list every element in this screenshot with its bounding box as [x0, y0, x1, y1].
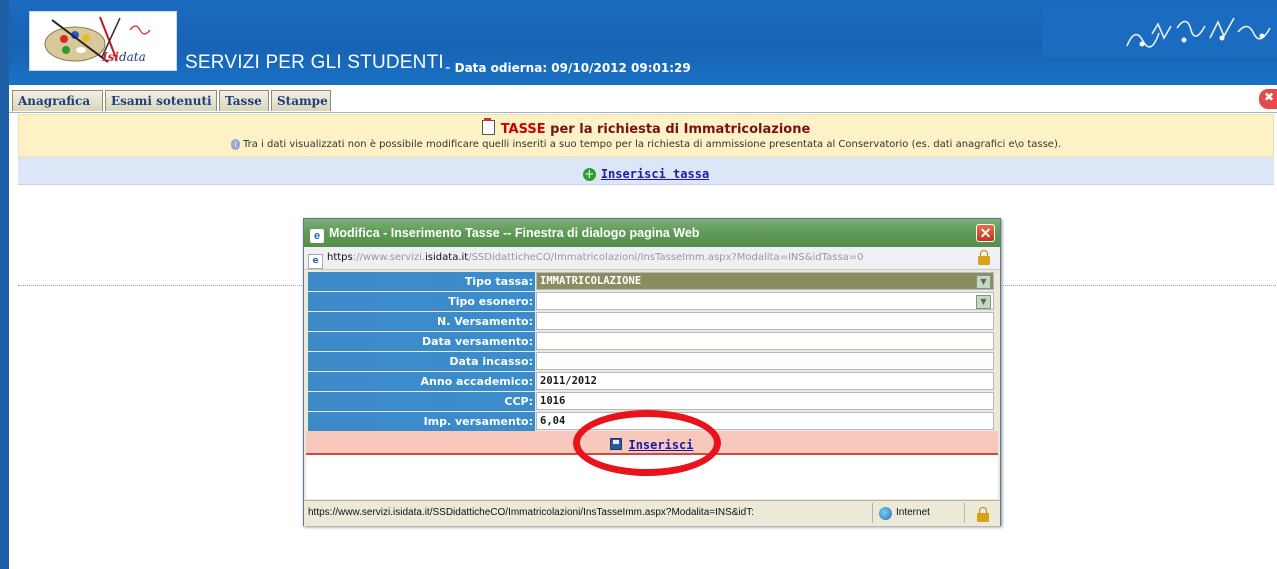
left-border [0, 0, 9, 569]
imp-versamento-input[interactable]: 6,04 [536, 412, 994, 430]
current-date: - Data odierna: 09/10/2012 09:01:29 [445, 58, 691, 76]
add-tax-link[interactable]: Inserisci tassa [601, 167, 709, 181]
edit-tax-dialog: e Modifica - Inserimento Tasse -- Finestr… [303, 218, 1001, 526]
field-tipo-tassa: Tipo tassa: IMMATRICOLAZIONE ▼ [306, 271, 998, 291]
chevron-down-icon[interactable]: ▼ [976, 295, 991, 309]
dialog-body [306, 455, 998, 499]
field-data-incasso: Data incasso: [306, 351, 998, 371]
globe-icon [879, 507, 892, 520]
field-anno-accademico: Anno accademico: 2011/2012 [306, 371, 998, 391]
action-toolbar: + Inserisci tassa [18, 157, 1274, 185]
field-ccp: CCP: 1016 [306, 391, 998, 411]
lock-icon [977, 507, 989, 522]
tab-anagrafica[interactable]: Anagrafica [12, 90, 103, 111]
add-icon: + [582, 167, 596, 181]
page-icon: e [308, 254, 323, 269]
tab-tasse[interactable]: Tasse [219, 90, 269, 111]
dialog-titlebar: e Modifica - Inserimento Tasse -- Finestr… [304, 219, 1000, 247]
tax-form: Tipo tassa: IMMATRICOLAZIONE ▼ Tipo esone… [306, 271, 998, 431]
tab-bar: Anagrafica Esami sotenuti Tasse Stampe [9, 85, 1277, 113]
page: Isidata SERVIZI PER GLI STUDENTI - Data … [0, 0, 1277, 569]
field-imp-versamento: Imp. versamento: 6,04 [306, 411, 998, 431]
tab-esami-sotenuti[interactable]: Esami sotenuti [105, 90, 217, 111]
tipo-esonero-select[interactable]: ▼ [536, 292, 994, 310]
site-title: SERVIZI PER GLI STUDENTI [185, 52, 444, 73]
save-icon [610, 438, 623, 450]
notice-info: i Tra i dati visualizzati non è possibile… [19, 139, 1273, 150]
dialog-close-button[interactable]: ✕ [976, 224, 995, 242]
lock-icon [978, 250, 990, 265]
logo-text: Isidata [102, 50, 146, 64]
data-versamento-input[interactable] [536, 332, 994, 350]
anno-accademico-input[interactable]: 2011/2012 [536, 372, 994, 390]
close-icon[interactable] [1259, 89, 1277, 109]
notice-panel: TASSE per la richiesta di Immatricolazio… [18, 114, 1274, 157]
notice-title: TASSE per la richiesta di Immatricolazio… [19, 118, 1273, 137]
field-n-versamento: N. Versamento: [306, 311, 998, 331]
n-versamento-input[interactable] [536, 312, 994, 330]
tipo-tassa-select[interactable]: IMMATRICOLAZIONE ▼ [536, 272, 994, 290]
dialog-action-bar: Inserisci [306, 431, 998, 455]
isidata-logo: Isidata [29, 11, 177, 71]
dialog-status-bar: https://www.servizi.isidata.it/SSDidatti… [304, 500, 1000, 526]
insert-button[interactable]: Inserisci [628, 438, 693, 452]
data-incasso-input[interactable] [536, 352, 994, 370]
field-tipo-esonero: Tipo esonero: ▼ [306, 291, 998, 311]
info-icon: i [230, 139, 240, 150]
chevron-down-icon[interactable]: ▼ [976, 275, 991, 289]
music-notes-decoration-icon [1042, 8, 1277, 58]
dialog-address-bar: e https://www.servizi.isidata.it/SSDidatt… [304, 247, 1000, 270]
ie-icon: e [310, 229, 324, 243]
tab-stampe[interactable]: Stampe [271, 90, 331, 111]
document-icon [481, 118, 495, 135]
header: Isidata SERVIZI PER GLI STUDENTI - Data … [9, 0, 1277, 85]
ccp-input[interactable]: 1016 [536, 392, 994, 410]
field-data-versamento: Data versamento: [306, 331, 998, 351]
